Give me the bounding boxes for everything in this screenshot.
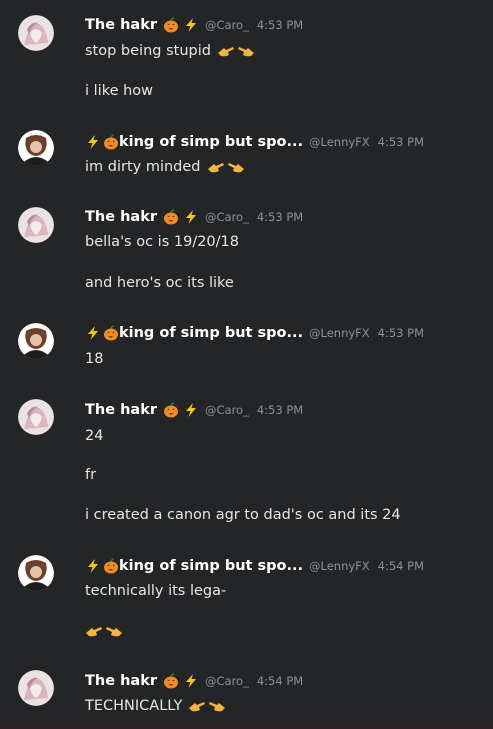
message-text: 18 <box>85 351 104 367</box>
user-handle[interactable]: @LennyFX <box>309 559 370 573</box>
message-header: king of simp but spo... @LennyFX 4:53 PM <box>85 132 424 152</box>
timestamp: 4:53 PM <box>377 135 424 149</box>
pumpkin-icon <box>163 402 179 418</box>
message-line <box>85 624 123 638</box>
message-header: king of simp but spo... @LennyFX 4:54 PM <box>85 556 424 576</box>
timestamp: 4:54 PM <box>377 559 424 573</box>
message-line: im dirty minded <box>85 159 245 175</box>
avatar[interactable] <box>18 555 54 591</box>
lightning-icon <box>183 17 199 33</box>
pumpkin-icon <box>163 673 179 689</box>
message-line: 24 <box>85 428 103 444</box>
username[interactable]: The hakr <box>85 402 157 418</box>
user-handle[interactable]: @Caro_ <box>205 18 249 32</box>
message-text: i like how <box>85 83 154 99</box>
user-handle[interactable]: @Caro_ <box>205 403 249 417</box>
username[interactable]: king of simp but spo... <box>119 558 303 574</box>
message-header: The hakr @Caro_ 4:53 PM <box>85 207 303 227</box>
avatar[interactable] <box>18 323 54 359</box>
timestamp: 4:53 PM <box>256 18 304 32</box>
message-text: TECHNICALLY <box>85 698 183 714</box>
pointing-hands-icon <box>188 699 226 713</box>
username[interactable]: king of simp but spo... <box>119 325 303 341</box>
pumpkin-icon <box>163 209 179 225</box>
timestamp: 4:53 PM <box>256 403 304 417</box>
username[interactable]: The hakr <box>85 17 157 33</box>
lightning-icon <box>85 325 101 341</box>
message-text: technically its lega- <box>85 583 227 599</box>
message-line: 18 <box>85 351 103 367</box>
username[interactable]: The hakr <box>85 673 157 689</box>
lightning-icon <box>85 558 101 574</box>
avatar[interactable] <box>18 207 54 243</box>
username[interactable]: king of simp but spo... <box>119 134 303 150</box>
pumpkin-icon <box>163 17 179 33</box>
message-text: and hero's oc its like <box>85 275 234 291</box>
avatar[interactable] <box>18 15 54 51</box>
message-text: 24 <box>85 428 104 444</box>
message-text: i created a canon agr to dad's oc and it… <box>85 507 401 523</box>
message-line: technically its lega- <box>85 583 226 599</box>
message-header: The hakr @Caro_ 4:53 PM <box>85 15 303 35</box>
timestamp: 4:54 PM <box>256 674 304 688</box>
username[interactable]: The hakr <box>85 209 157 225</box>
user-handle[interactable]: @LennyFX <box>309 326 370 340</box>
message-header: The hakr @Caro_ 4:54 PM <box>85 671 303 691</box>
pointing-hands-icon <box>207 160 245 174</box>
message-line: i created a canon agr to dad's oc and it… <box>85 507 401 523</box>
pumpkin-icon <box>103 134 119 150</box>
pumpkin-icon <box>103 558 119 574</box>
message-line: TECHNICALLY <box>85 698 226 714</box>
pointing-hands-icon <box>85 624 123 638</box>
user-handle[interactable]: @Caro_ <box>205 674 249 688</box>
pointing-hands-icon <box>217 44 255 58</box>
avatar[interactable] <box>18 399 54 435</box>
message-line: i like how <box>85 83 153 99</box>
lightning-icon <box>183 402 199 418</box>
bottom-fade <box>0 715 493 729</box>
user-handle[interactable]: @Caro_ <box>205 210 249 224</box>
user-handle[interactable]: @LennyFX <box>309 135 370 149</box>
message-text: bella's oc is 19/20/18 <box>85 234 239 250</box>
message-text: fr <box>85 467 97 483</box>
message-header: king of simp but spo... @LennyFX 4:53 PM <box>85 323 424 343</box>
timestamp: 4:53 PM <box>377 326 424 340</box>
message-header: The hakr @Caro_ 4:53 PM <box>85 400 303 420</box>
message-line: stop being stupid <box>85 43 255 59</box>
avatar[interactable] <box>18 670 54 706</box>
message-text: stop being stupid <box>85 43 211 59</box>
pumpkin-icon <box>103 325 119 341</box>
message-text: im dirty minded <box>85 159 201 175</box>
chat-log: The hakr @Caro_ 4:53 PM stop being stupi… <box>0 0 493 729</box>
message-line: and hero's oc its like <box>85 275 234 291</box>
timestamp: 4:53 PM <box>256 210 304 224</box>
message-line: bella's oc is 19/20/18 <box>85 234 239 250</box>
lightning-icon <box>85 134 101 150</box>
message-line: fr <box>85 467 96 483</box>
lightning-icon <box>183 209 199 225</box>
lightning-icon <box>183 673 199 689</box>
avatar[interactable] <box>18 130 54 166</box>
